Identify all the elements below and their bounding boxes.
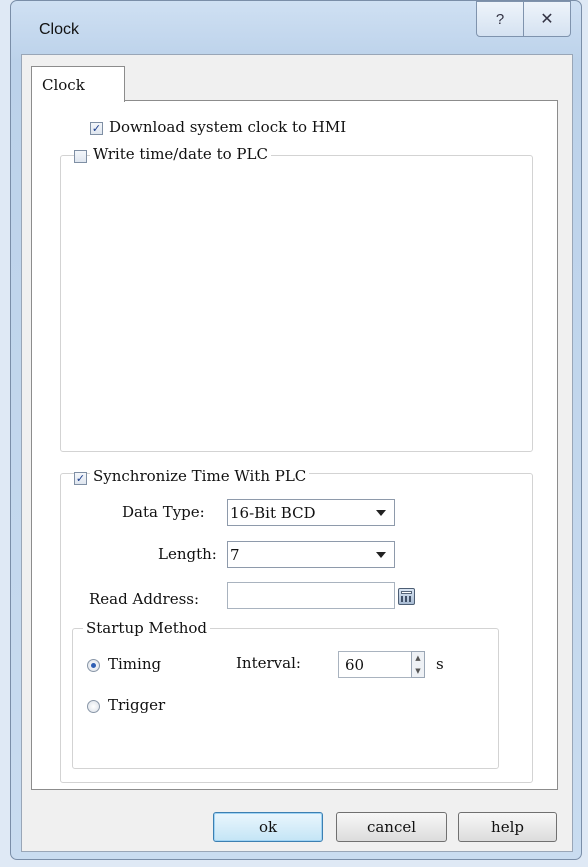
interval-input[interactable]: 60: [338, 651, 412, 678]
write-time-group: [60, 155, 533, 452]
startup-method-label: Startup Method: [83, 619, 211, 637]
length-label: Length:: [158, 545, 217, 563]
download-clock-label: Download system clock to HMI: [109, 118, 347, 136]
spin-up-icon[interactable]: ▲: [415, 654, 420, 662]
sync-label: Synchronize Time With PLC: [90, 467, 310, 485]
write-time-checkbox[interactable]: [74, 150, 87, 163]
title-bar[interactable]: Clock ? ✕: [11, 1, 581, 55]
data-type-select[interactable]: 16-Bit BCD: [227, 499, 395, 526]
timing-radio[interactable]: [87, 659, 100, 672]
trigger-label: Trigger: [108, 696, 166, 714]
interval-spinner[interactable]: ▲ ▼: [411, 651, 425, 678]
interval-label: Interval:: [236, 654, 301, 672]
ok-button[interactable]: ok: [213, 812, 323, 842]
sync-checkbox[interactable]: [74, 472, 87, 485]
read-address-label: Read Address:: [89, 590, 200, 608]
length-select[interactable]: 7: [227, 541, 395, 568]
tab-clock[interactable]: Clock: [31, 66, 125, 102]
cancel-button[interactable]: cancel: [336, 812, 447, 842]
chevron-down-icon: [376, 552, 386, 558]
calculator-icon[interactable]: [398, 588, 415, 605]
spin-down-icon[interactable]: ▼: [415, 667, 420, 675]
help-button[interactable]: help: [458, 812, 557, 842]
trigger-radio[interactable]: [87, 700, 100, 713]
data-type-label: Data Type:: [122, 503, 205, 521]
interval-unit: s: [436, 655, 444, 673]
download-clock-checkbox[interactable]: [90, 122, 103, 135]
chevron-down-icon: [376, 510, 386, 516]
help-icon[interactable]: ?: [476, 1, 524, 37]
timing-label: Timing: [108, 655, 162, 673]
read-address-input[interactable]: [227, 582, 395, 609]
write-time-label: Write time/date to PLC: [90, 145, 271, 163]
close-icon[interactable]: ✕: [523, 1, 571, 37]
window-title: Clock: [39, 21, 80, 38]
